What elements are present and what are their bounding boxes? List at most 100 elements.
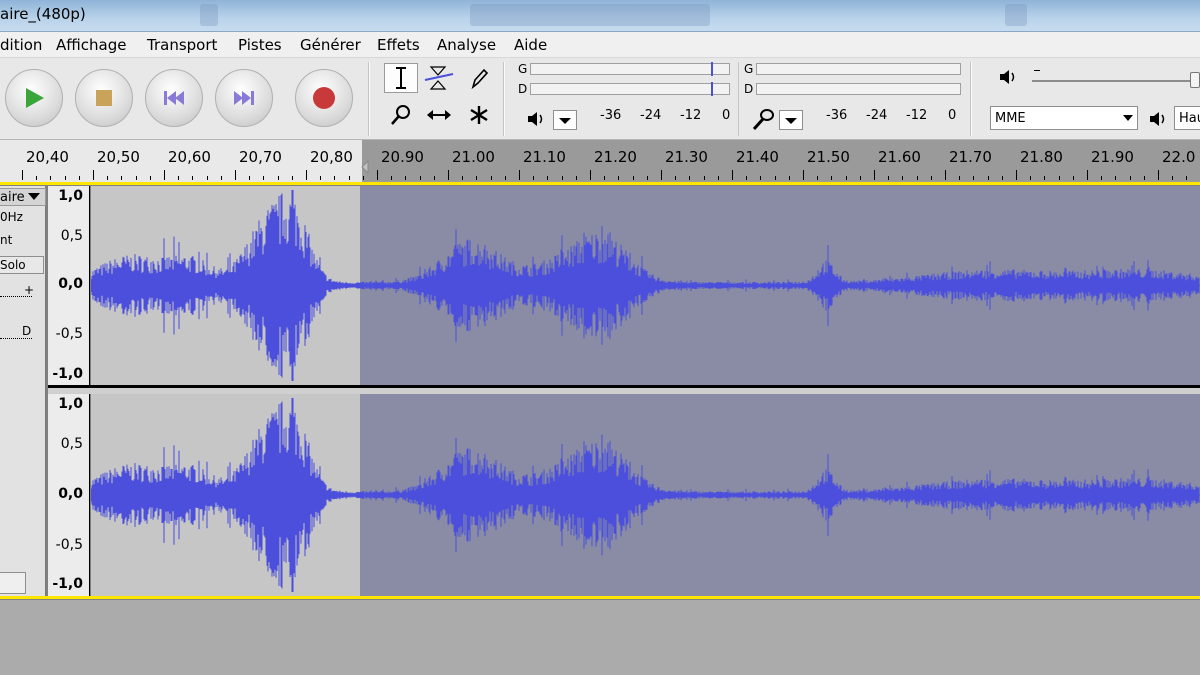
ruler-major-tick — [22, 170, 23, 180]
playback-meter-right[interactable] — [530, 82, 730, 96]
ruler-major-tick — [874, 170, 875, 180]
speaker-icon[interactable] — [526, 110, 546, 128]
amplitude-label: 0,0 — [58, 486, 83, 502]
record-meter-left[interactable] — [756, 63, 961, 75]
ruler-major-tick — [945, 170, 946, 180]
time-shift-tool-button[interactable] — [422, 100, 456, 130]
ruler-tick-label: 20,60 — [168, 148, 211, 166]
record-meter-dropdown[interactable] — [779, 110, 803, 130]
record-button[interactable] — [295, 69, 353, 127]
ruler-tick-label: 21.00 — [452, 148, 495, 166]
track-collapse-button[interactable] — [0, 572, 26, 594]
chevron-down-icon — [1123, 115, 1133, 121]
ruler-minor-tick — [320, 176, 322, 180]
timeline-ruler[interactable]: 20,40 20,50 20,60 20,70 20,80 20.90 21.00 21.10… — [0, 140, 1200, 182]
ruler-minor-tick — [987, 176, 989, 180]
pencil-icon — [471, 68, 489, 89]
ruler-tick-label: 21.30 — [665, 148, 708, 166]
ruler-minor-tick — [1115, 176, 1117, 180]
menu-analyse[interactable]: Analyse — [437, 36, 496, 54]
ruler-tick-label: 21.90 — [1091, 148, 1134, 166]
menu-edition[interactable]: dition — [0, 36, 42, 54]
ruler-minor-tick — [689, 176, 691, 180]
ruler-major-tick — [93, 170, 94, 180]
menu-transport[interactable]: Transport — [147, 36, 217, 54]
ruler-major-tick — [661, 170, 662, 180]
ruler-minor-tick — [902, 176, 904, 180]
ruler-minor-tick — [419, 176, 421, 180]
ruler-major-tick — [1087, 170, 1088, 180]
ruler-major-tick — [235, 170, 236, 180]
menu-affichage[interactable]: Affichage — [56, 36, 126, 54]
ruler-minor-tick — [504, 176, 506, 180]
ruler-tick-label: 20.90 — [381, 148, 424, 166]
play-button[interactable] — [5, 69, 63, 127]
pan-slider[interactable] — [0, 338, 32, 342]
vertical-ruler-channel-1: 1,0 0,5 0,0 -0,5 -1,0 — [48, 186, 90, 386]
ruler-minor-tick — [433, 176, 435, 180]
audio-host-select[interactable]: MME — [990, 106, 1138, 130]
multi-tool-button[interactable] — [462, 100, 496, 130]
amplitude-label: 1,0 — [58, 188, 83, 204]
ruler-tick-label: 21.10 — [523, 148, 566, 166]
ruler-minor-tick — [1143, 176, 1145, 180]
ruler-minor-tick — [916, 176, 918, 180]
playback-scale-label: 0 — [722, 108, 731, 123]
waveform-channel-2[interactable] — [91, 394, 1200, 596]
selection-tool-button[interactable] — [384, 63, 418, 93]
amplitude-label: 0,5 — [60, 228, 83, 244]
envelope-tool-button[interactable] — [422, 63, 456, 93]
menu-effets[interactable]: Effets — [377, 36, 420, 54]
output-volume-icon — [1000, 70, 1015, 84]
ruler-minor-tick — [575, 176, 577, 180]
playback-meter-left[interactable] — [530, 62, 730, 76]
record-meter-right[interactable] — [756, 83, 961, 95]
ruler-minor-tick — [249, 176, 251, 180]
track-name-dropdown[interactable]: aire — [0, 188, 46, 206]
ruler-major-tick — [590, 170, 591, 180]
gain-slider[interactable] — [0, 296, 32, 300]
ruler-tick-label: 21.70 — [949, 148, 992, 166]
menu-aide[interactable]: Aide — [514, 36, 547, 54]
window-titlebar: aire_(480p) — [0, 0, 1200, 32]
chevron-down-icon — [28, 193, 40, 200]
ruler-major-tick — [1016, 170, 1017, 180]
ruler-minor-tick — [476, 176, 478, 180]
stop-button[interactable] — [75, 69, 133, 127]
ruler-minor-tick — [1186, 176, 1188, 180]
ruler-minor-tick — [1101, 176, 1103, 180]
ruler-minor-tick — [817, 176, 819, 180]
ruler-minor-tick — [107, 176, 109, 180]
solo-button[interactable]: Solo — [0, 256, 44, 274]
output-volume-slider[interactable] — [1032, 70, 1200, 90]
ruler-minor-tick — [1044, 176, 1046, 180]
ruler-minor-tick — [206, 176, 208, 180]
amplitude-label: -1,0 — [52, 576, 83, 592]
ruler-minor-tick — [263, 176, 265, 180]
asterisk-icon — [470, 106, 488, 124]
empty-project-area[interactable] — [0, 600, 1200, 675]
toolbar-separator — [368, 62, 370, 136]
ruler-minor-tick — [1072, 176, 1074, 180]
ruler-minor-tick — [774, 176, 776, 180]
microphone-icon[interactable] — [750, 108, 776, 132]
track-control-panel: aire 0Hz nt Solo + D — [0, 186, 46, 596]
skip-end-button[interactable] — [215, 69, 273, 127]
skip-start-button[interactable] — [145, 69, 203, 127]
draw-tool-button[interactable] — [462, 63, 496, 93]
menu-generer[interactable]: Générer — [300, 36, 361, 54]
playback-meter-dropdown[interactable] — [553, 110, 577, 130]
output-device-select[interactable]: Hau — [1174, 106, 1200, 130]
chevron-down-icon — [785, 118, 797, 124]
waveform-channel-1[interactable] — [91, 186, 1200, 385]
ruler-tick-label: 20,40 — [26, 148, 69, 166]
vertical-ruler-channel-2: 1,0 0,5 0,0 -0,5 -1,0 — [48, 394, 90, 596]
zoom-tool-button[interactable] — [384, 100, 418, 130]
ruler-minor-tick — [760, 176, 762, 180]
skip-start-icon — [164, 91, 184, 105]
playback-scale-label: -36 — [600, 108, 622, 123]
ruler-minor-tick — [362, 176, 364, 180]
record-meter-right-label: D — [744, 82, 754, 96]
ruler-minor-tick — [490, 176, 492, 180]
menu-pistes[interactable]: Pistes — [238, 36, 282, 54]
